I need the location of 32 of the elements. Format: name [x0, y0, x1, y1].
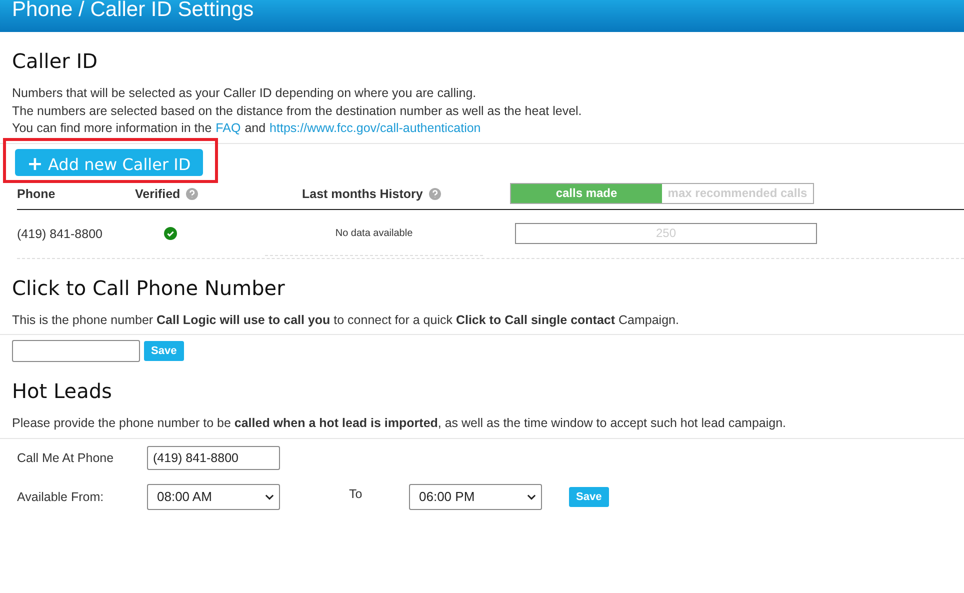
- field-label: Call Me At Phone: [17, 450, 114, 464]
- save-button[interactable]: Save: [144, 341, 184, 361]
- field-label: To: [349, 486, 362, 500]
- section-heading: Hot Leads: [12, 379, 113, 403]
- table-cell: No data available: [335, 228, 413, 238]
- help-icon[interactable]: [428, 188, 441, 200]
- add-caller-id-button[interactable]: + Add new Caller ID: [15, 148, 203, 176]
- url-link[interactable]: https://www.fcc.gov/call-authentication: [270, 120, 481, 138]
- column-header: Verified: [135, 186, 180, 200]
- chevron-down-icon: [527, 494, 536, 500]
- field-label: Available From:: [17, 490, 104, 504]
- phone-input[interactable]: [12, 340, 140, 362]
- faq-link[interactable]: FAQ: [216, 120, 241, 138]
- section-heading: Caller ID: [12, 49, 99, 73]
- phone-input[interactable]: (419) 841-8800: [147, 446, 280, 470]
- description-text: Please provide the phone number to be called when a hot lead is imported, as well as the time window to accept such hot lead campaign.: [12, 415, 788, 432]
- chevron-down-icon: [265, 494, 274, 500]
- column-header: Last months History: [302, 186, 423, 200]
- page-title: Phone / Caller ID Settings: [12, 0, 254, 22]
- column-header: Phone: [17, 186, 56, 200]
- info-text: You can find more information in the: [12, 120, 212, 137]
- description-text: Numbers that will be selected as your Caller ID depending on where you are calling.: [12, 85, 478, 102]
- legend-toggle[interactable]: calls made: [511, 184, 662, 203]
- description-text: This is the phone number Call Logic will use to call you to connect for a quick Click to Call single contact Campaign.: [12, 312, 680, 329]
- info-text: and: [244, 120, 266, 137]
- table-cell: (419) 841-8800: [17, 226, 102, 240]
- time-select[interactable]: 06:00 PM: [409, 484, 542, 510]
- save-button[interactable]: Save: [569, 486, 609, 506]
- section-heading: Click to Call Phone Number: [12, 276, 286, 300]
- help-icon[interactable]: [186, 188, 198, 200]
- time-select[interactable]: 08:00 AM: [147, 484, 280, 510]
- description-text: The numbers are selected based on the distance from the destination number as well as the heat level.: [12, 102, 583, 120]
